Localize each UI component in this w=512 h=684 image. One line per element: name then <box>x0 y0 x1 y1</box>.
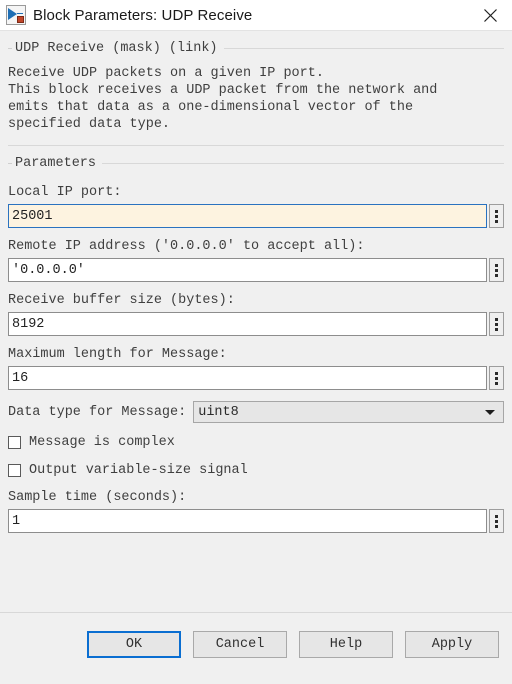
chevron-down-icon <box>485 409 495 415</box>
local-ip-port-value-picker-icon[interactable] <box>489 204 504 228</box>
parameters-group-header: Parameters <box>8 152 504 174</box>
sample-time-value-picker-icon[interactable] <box>489 509 504 533</box>
maximum-length-label: Maximum length for Message: <box>8 347 227 362</box>
local-ip-port-label: Local IP port: <box>8 185 122 200</box>
maximum-length-value-picker-icon[interactable] <box>489 366 504 390</box>
simulink-block-icon <box>6 5 26 25</box>
message-is-complex-label: Message is complex <box>29 434 175 450</box>
output-variable-size-signal-row[interactable]: Output variable-size signal <box>8 461 504 479</box>
block-parameters-dialog: Block Parameters: UDP Receive UDP Receiv… <box>0 0 512 684</box>
maximum-length-row: 16 <box>8 366 504 390</box>
output-variable-size-signal-checkbox[interactable] <box>8 463 21 477</box>
description-header-label: UDP Receive (mask) (link) <box>15 40 218 56</box>
maximum-length-input[interactable]: 16 <box>8 366 487 390</box>
receive-buffer-size-row: 8192 <box>8 312 504 336</box>
sample-time-label: Sample time (seconds): <box>8 490 187 505</box>
remote-ip-address-input[interactable]: '0.0.0.0' <box>8 258 487 282</box>
sample-time-input[interactable]: 1 <box>8 509 487 533</box>
receive-buffer-size-input[interactable]: 8192 <box>8 312 487 336</box>
description-group-header: UDP Receive (mask) (link) <box>8 37 504 59</box>
description-divider <box>8 145 504 146</box>
output-variable-size-signal-label: Output variable-size signal <box>29 462 248 478</box>
help-button[interactable]: Help <box>299 630 393 658</box>
local-ip-port-row: 25001 <box>8 204 504 228</box>
data-type-label: Data type for Message: <box>8 404 187 420</box>
ok-button[interactable]: OK <box>87 630 181 658</box>
data-type-select[interactable]: uint8 <box>193 401 504 423</box>
receive-buffer-size-value-picker-icon[interactable] <box>489 312 504 336</box>
window-title: Block Parameters: UDP Receive <box>33 6 253 24</box>
cancel-button[interactable]: Cancel <box>193 630 287 658</box>
apply-button[interactable]: Apply <box>405 630 499 658</box>
remote-ip-address-row: '0.0.0.0' <box>8 258 504 282</box>
dialog-footer: OK Cancel Help Apply <box>0 613 512 684</box>
message-is-complex-row[interactable]: Message is complex <box>8 433 504 451</box>
close-icon[interactable] <box>468 0 512 30</box>
title-bar: Block Parameters: UDP Receive <box>0 0 512 31</box>
data-type-selected-value: uint8 <box>198 404 239 420</box>
data-type-row: Data type for Message: uint8 <box>8 401 504 423</box>
local-ip-port-input[interactable]: 25001 <box>8 204 487 228</box>
remote-ip-address-value-picker-icon[interactable] <box>489 258 504 282</box>
receive-buffer-size-label: Receive buffer size (bytes): <box>8 293 235 308</box>
description-text: Receive UDP packets on a given IP port. … <box>8 66 438 132</box>
parameters-group-label: Parameters <box>15 155 97 171</box>
sample-time-row: 1 <box>8 509 504 533</box>
message-is-complex-checkbox[interactable] <box>8 435 21 449</box>
remote-ip-address-label: Remote IP address ('0.0.0.0' to accept a… <box>8 239 365 254</box>
dialog-body: UDP Receive (mask) (link) Receive UDP pa… <box>0 31 512 612</box>
